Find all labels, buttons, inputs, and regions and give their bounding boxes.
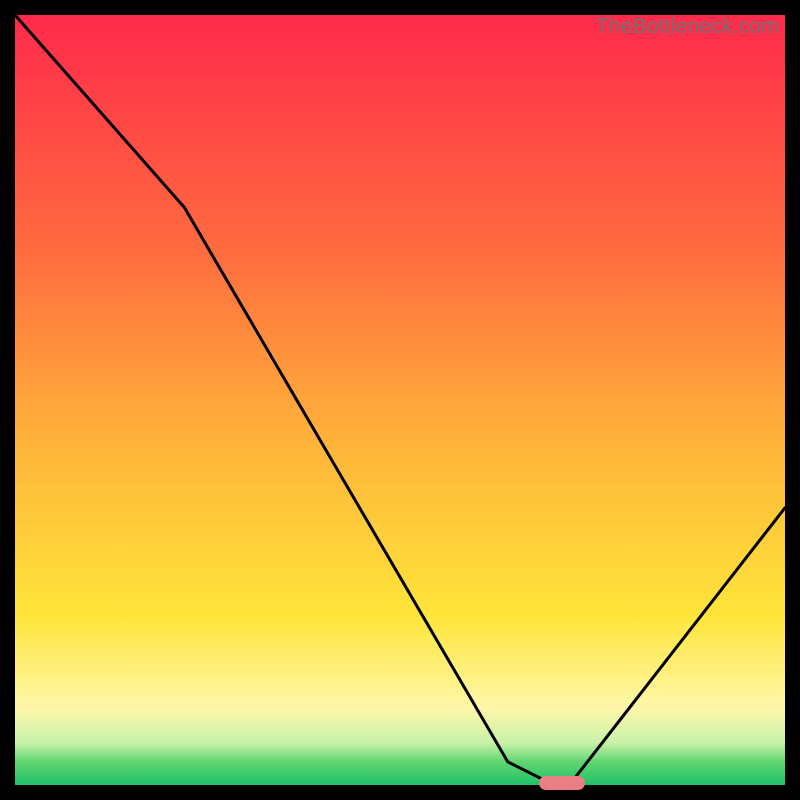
optimal-marker <box>539 776 585 790</box>
watermark-text: TheBottleneck.com <box>596 15 779 39</box>
gradient-background <box>15 15 785 785</box>
chart-frame: TheBottleneck.com <box>15 15 785 785</box>
